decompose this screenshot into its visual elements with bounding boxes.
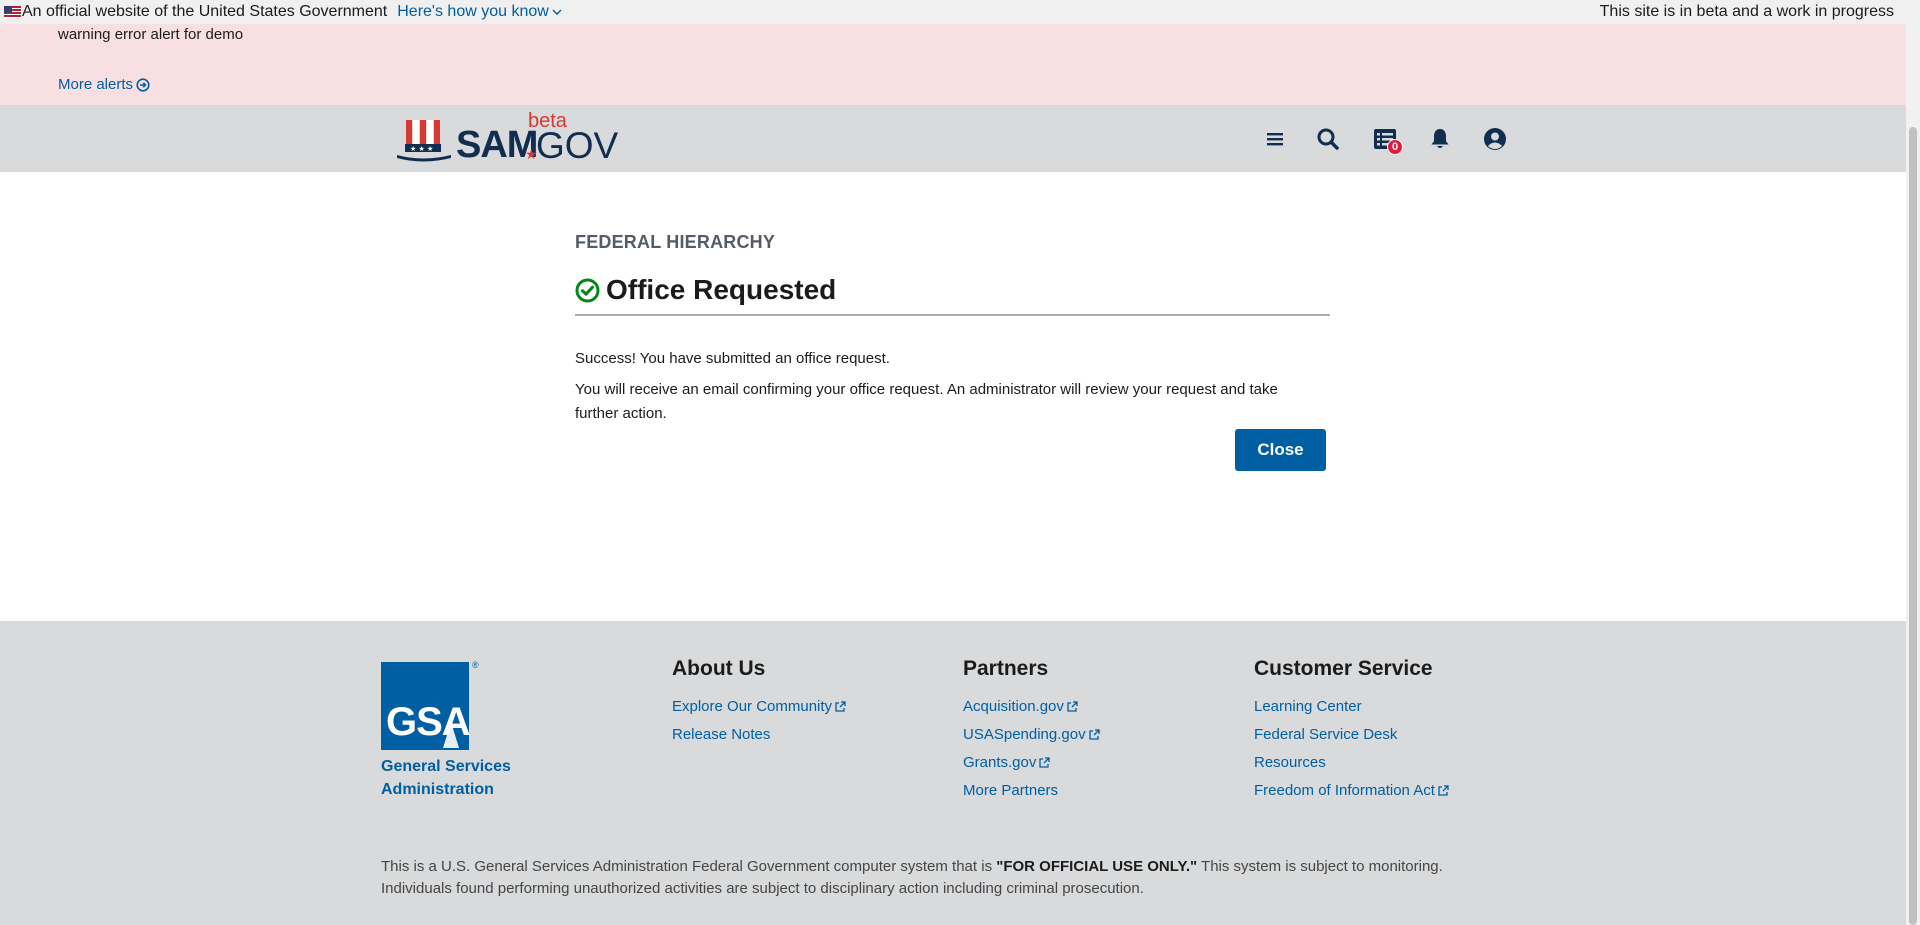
site-footer: GSA ® General Services Administration Ab… (0, 621, 1906, 925)
foia-link[interactable]: Freedom of Information Act (1254, 776, 1449, 804)
beta-notice: This site is in beta and a work in progr… (1599, 3, 1894, 20)
gsa-name-line2: Administration (381, 781, 494, 798)
page-title: Office Requested (606, 274, 837, 305)
menu-icon (1267, 133, 1283, 146)
title-divider (575, 314, 1330, 316)
resources-link[interactable]: Resources (1254, 748, 1449, 776)
acquisition-gov-label: Acquisition.gov (963, 697, 1064, 715)
registered-mark: ® (472, 660, 479, 670)
gov-banner: An official website of the United States… (0, 0, 1906, 24)
learning-center-link[interactable]: Learning Center (1254, 692, 1449, 720)
explore-community-link[interactable]: Explore Our Community (672, 692, 846, 720)
gsa-logo-text: GSA (386, 700, 471, 744)
grants-gov-label: Grants.gov (963, 753, 1037, 771)
sam-gov-logo[interactable]: ★ ★ ★ SAM ★ GOV beta (396, 110, 618, 166)
logo-beta-text: beta (528, 110, 567, 132)
search-button[interactable] (1314, 125, 1342, 153)
disclaimer-text-pre: This is a U.S. General Services Administ… (381, 858, 997, 875)
resources-label: Resources (1254, 753, 1326, 771)
page-scrollbar[interactable] (1906, 0, 1920, 925)
workspace-count-badge: 0 (1387, 139, 1403, 155)
workspace-button[interactable]: 0 (1371, 125, 1403, 155)
heres-how-you-know-label: Here's how you know (397, 3, 549, 20)
gsa-name-line1: General Services (381, 758, 511, 775)
section-eyebrow: FEDERAL HIERARCHY (575, 232, 776, 252)
external-link-icon (1039, 756, 1051, 768)
confirmation-detail: You will receive an email confirming you… (575, 381, 1278, 422)
heres-how-you-know-link[interactable]: Here's how you know (397, 3, 562, 21)
usaspending-gov-label: USASpending.gov (963, 725, 1086, 743)
learning-center-label: Learning Center (1254, 697, 1362, 715)
alert-banner: warning error alert for demo More alerts (0, 24, 1906, 105)
footer-partners-heading: Partners (963, 657, 1049, 680)
foia-label: Freedom of Information Act (1254, 781, 1435, 799)
acquisition-gov-link[interactable]: Acquisition.gov (963, 692, 1100, 720)
footer-disclaimer: This is a U.S. General Services Administ… (381, 856, 1501, 900)
gsa-name: General Services Administration (381, 755, 511, 801)
external-link-icon (1438, 784, 1449, 796)
menu-button[interactable] (1261, 125, 1289, 153)
page-title-row: Office Requested (575, 274, 836, 306)
disclaimer-text-bold: "FOR OFFICIAL USE ONLY." (996, 858, 1198, 875)
more-alerts-link[interactable]: More alerts (58, 76, 150, 93)
release-notes-link[interactable]: Release Notes (672, 720, 846, 748)
user-circle-icon (1484, 128, 1506, 150)
footer-customer-service-column: Customer Service Learning Center Federal… (1254, 657, 1449, 804)
success-message: Success! You have submitted an office re… (575, 350, 890, 367)
gsa-logo[interactable]: GSA (381, 662, 471, 750)
footer-about-heading: About Us (672, 657, 766, 680)
scrollbar-thumb[interactable] (1909, 127, 1917, 925)
release-notes-label: Release Notes (672, 725, 771, 743)
more-alerts-label: More alerts (58, 76, 134, 93)
notifications-button[interactable] (1426, 125, 1454, 153)
external-link-icon (1088, 728, 1100, 740)
official-website-text: An official website of the United States… (22, 3, 388, 20)
external-link-icon (835, 700, 846, 712)
bell-icon (1431, 129, 1449, 148)
alert-message: warning error alert for demo (58, 26, 244, 43)
chevron-down-icon (552, 9, 562, 15)
close-button[interactable]: Close (1235, 429, 1326, 471)
us-flag-icon (4, 6, 21, 18)
check-circle-icon (575, 278, 600, 302)
footer-partners-column: Partners Acquisition.gov USASpending.gov… (963, 657, 1100, 804)
search-icon (1317, 128, 1339, 150)
more-partners-label: More Partners (963, 781, 1059, 799)
external-link-icon (1067, 700, 1078, 712)
footer-customer-service-heading: Customer Service (1254, 657, 1433, 680)
usaspending-gov-link[interactable]: USASpending.gov (963, 720, 1100, 748)
uncle-sam-hat-icon: ★ ★ ★ (397, 120, 451, 162)
federal-service-desk-link[interactable]: Federal Service Desk (1254, 720, 1449, 748)
federal-service-desk-label: Federal Service Desk (1254, 725, 1398, 743)
grants-gov-link[interactable]: Grants.gov (963, 748, 1100, 776)
svg-text:★ ★ ★: ★ ★ ★ (410, 145, 433, 153)
footer-about-column: About Us Explore Our Community Release N… (672, 657, 846, 748)
arrow-circle-right-icon (136, 77, 150, 92)
user-account-button[interactable] (1481, 125, 1509, 153)
site-header: ★ ★ ★ SAM ★ GOV beta 0 (0, 105, 1906, 172)
explore-community-label: Explore Our Community (672, 697, 833, 715)
more-partners-link[interactable]: More Partners (963, 776, 1100, 804)
